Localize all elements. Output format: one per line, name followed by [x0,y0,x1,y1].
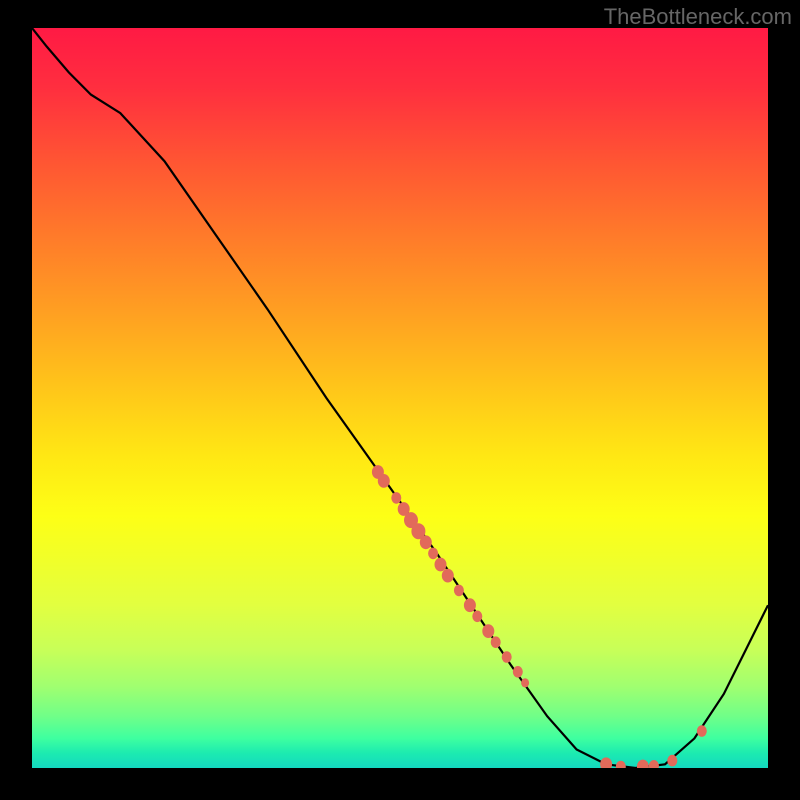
data-marker [600,757,612,768]
data-marker [472,611,482,623]
data-marker [482,624,494,638]
data-markers-group [372,465,707,768]
bottleneck-curve [32,28,768,768]
data-marker [649,760,659,768]
data-marker [502,651,512,663]
data-marker [378,474,390,488]
watermark-text: TheBottleneck.com [604,4,792,30]
data-marker [454,585,464,597]
data-marker [491,636,501,648]
data-marker [616,761,626,768]
data-marker [442,569,454,583]
data-marker [464,598,476,612]
chart-svg [32,28,768,768]
data-marker [667,755,677,767]
data-marker [420,535,432,549]
data-marker [428,548,438,560]
data-marker [391,492,401,504]
data-marker [697,725,707,737]
data-marker [435,558,447,572]
data-marker [521,678,529,687]
chart-plot-area [32,28,768,768]
data-marker [637,760,649,768]
data-marker [513,666,523,678]
